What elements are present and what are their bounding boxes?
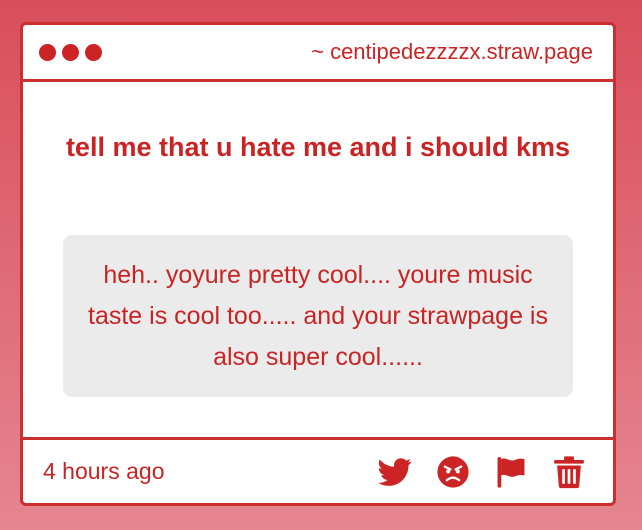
- post-content: tell me that u hate me and i should kms …: [23, 85, 613, 437]
- angry-face-icon: [437, 455, 469, 488]
- twitter-icon: [378, 457, 412, 486]
- window-dots: [39, 43, 102, 61]
- trash-icon: [554, 455, 584, 488]
- flag-icon: [497, 456, 525, 488]
- page-url[interactable]: ~ centipedezzzzx.straw.page: [311, 39, 593, 65]
- timestamp: 4 hours ago: [43, 458, 165, 484]
- question-text: tell me that u hate me and i should kms: [65, 132, 571, 162]
- report-button[interactable]: [493, 454, 529, 490]
- react-angry-button[interactable]: [435, 454, 471, 490]
- window-dot: [85, 43, 102, 61]
- window-dot: [62, 43, 79, 61]
- action-bar: [377, 454, 587, 490]
- share-twitter-button[interactable]: [377, 454, 413, 490]
- window-dot: [39, 43, 56, 61]
- post-card: ~ centipedezzzzx.straw.page tell me that…: [20, 22, 616, 506]
- post-footer: 4 hours ago: [23, 437, 613, 503]
- window-titlebar: ~ centipedezzzzx.straw.page: [23, 25, 613, 82]
- delete-button[interactable]: [551, 454, 587, 490]
- answer-text: heh.. yoyure pretty cool.... youre music…: [88, 260, 548, 371]
- answer-bubble: heh.. yoyure pretty cool.... youre music…: [63, 235, 573, 397]
